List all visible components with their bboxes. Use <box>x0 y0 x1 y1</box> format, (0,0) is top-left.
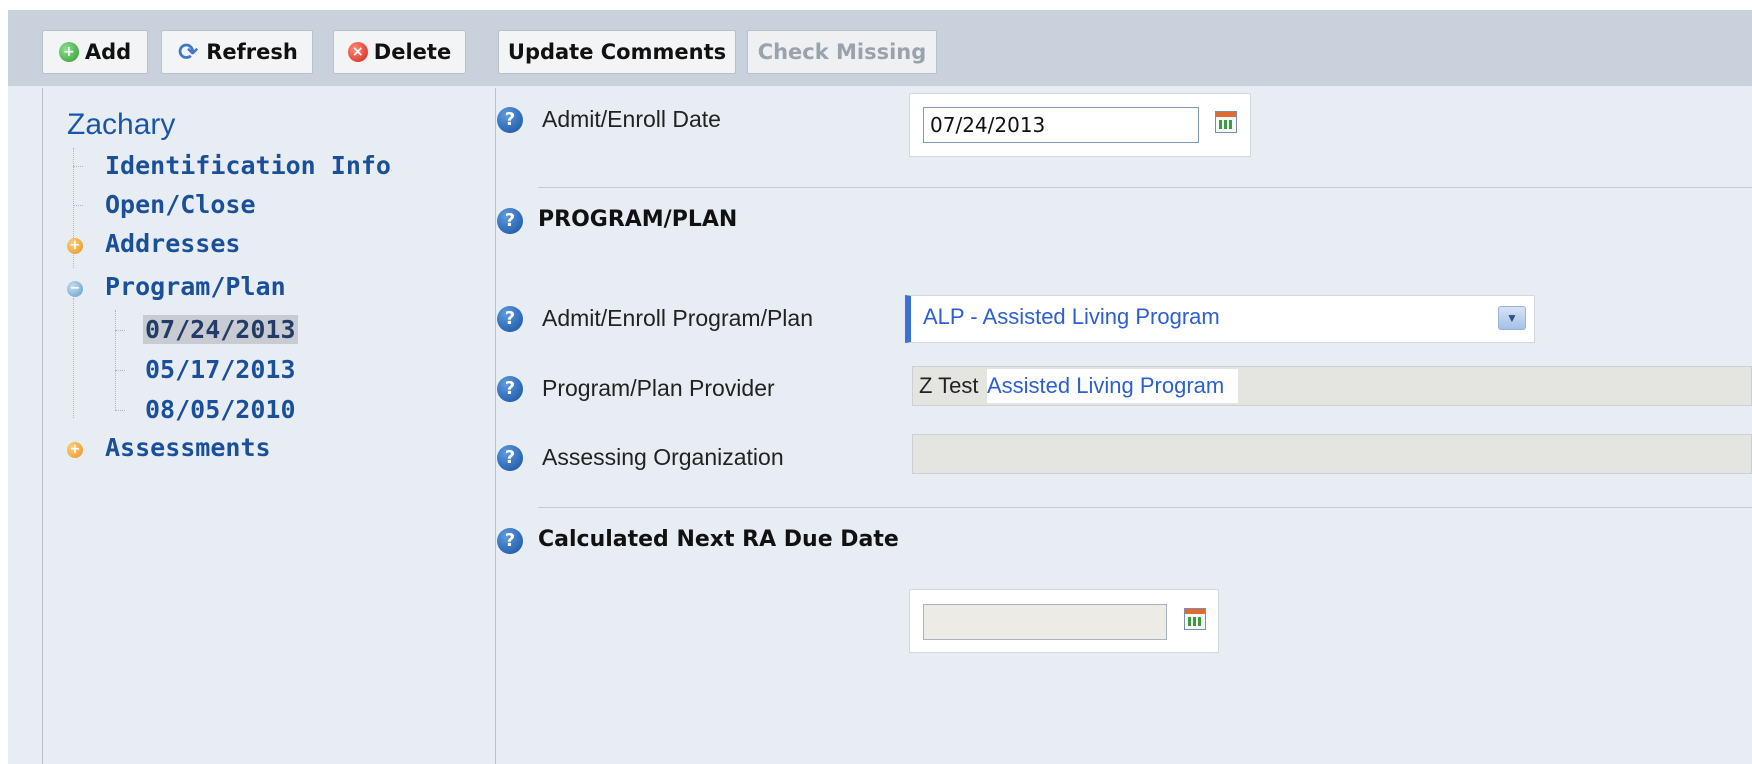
admit-enroll-date-input[interactable] <box>923 107 1199 143</box>
admit-enroll-date-label: Admit/Enroll Date <box>542 106 721 132</box>
tree-connector <box>115 330 125 331</box>
assessing-org-label: Assessing Organization <box>542 444 784 470</box>
delete-button[interactable]: × Delete <box>333 30 466 74</box>
tree-item-date[interactable]: 05/17/2013 <box>145 355 296 384</box>
tree-item-date-selected[interactable]: 07/24/2013 <box>143 315 298 344</box>
provider-label: Program/Plan Provider <box>542 375 775 401</box>
tree-connector <box>115 410 125 411</box>
chevron-down-icon[interactable]: ▼ <box>1498 306 1526 330</box>
check-missing-button[interactable]: Check Missing <box>747 30 937 74</box>
tree-connector <box>115 310 116 410</box>
provider-prefix: Z Test <box>919 373 979 398</box>
add-icon: + <box>58 42 79 62</box>
expand-icon[interactable]: + <box>67 238 83 254</box>
assessing-org-field[interactable] <box>912 434 1752 474</box>
tree-item-assessments[interactable]: Assessments <box>105 433 271 462</box>
calendar-icon[interactable] <box>1184 608 1206 630</box>
help-icon[interactable]: ? <box>497 107 523 133</box>
refresh-button-label: Refresh <box>206 40 298 64</box>
update-comments-label: Update Comments <box>507 40 727 64</box>
add-button[interactable]: + Add <box>42 30 148 74</box>
delete-button-label: Delete <box>373 40 452 64</box>
check-missing-label: Check Missing <box>757 40 927 64</box>
delete-icon: × <box>347 42 368 62</box>
help-icon[interactable]: ? <box>497 528 523 554</box>
admit-enroll-program-value: ALP - Assisted Living Program <box>923 304 1220 329</box>
next-ra-section-title: Calculated Next RA Due Date <box>538 527 899 552</box>
provider-link[interactable]: Assisted Living Program <box>987 369 1239 403</box>
section-divider <box>538 507 1752 508</box>
tree-connector <box>73 205 83 206</box>
app-frame: + Add ⟳ Refresh × Delete Update Comments… <box>8 10 1752 764</box>
expand-icon[interactable]: + <box>67 442 83 458</box>
add-button-label: Add <box>84 40 132 64</box>
refresh-icon: ⟳ <box>178 38 199 66</box>
admit-enroll-program-select[interactable]: ALP - Assisted Living Program ▼ <box>905 295 1535 343</box>
tree-root-client-name[interactable]: Zachary <box>67 108 175 142</box>
tree-connector <box>73 298 74 418</box>
section-divider <box>538 187 1752 188</box>
help-icon[interactable]: ? <box>497 208 523 234</box>
calendar-icon[interactable] <box>1215 111 1237 133</box>
provider-field[interactable]: Z Test Assisted Living Program <box>912 366 1752 406</box>
collapse-icon[interactable]: − <box>67 281 83 297</box>
update-comments-button[interactable]: Update Comments <box>498 30 736 74</box>
help-icon[interactable]: ? <box>497 376 523 402</box>
help-icon[interactable]: ? <box>497 445 523 471</box>
tree-item-program-plan[interactable]: Program/Plan <box>105 272 286 301</box>
tree-connector <box>73 166 83 167</box>
toolbar: + Add ⟳ Refresh × Delete Update Comments… <box>8 10 1752 86</box>
tree-item-addresses[interactable]: Addresses <box>105 229 240 258</box>
tree-connector <box>115 370 125 371</box>
help-icon[interactable]: ? <box>497 306 523 332</box>
next-ra-date-input[interactable] <box>923 604 1167 640</box>
program-plan-section-title: PROGRAM/PLAN <box>538 207 738 232</box>
tree-item-identification-info[interactable]: Identification Info <box>105 151 391 180</box>
tree-item-date[interactable]: 08/05/2010 <box>145 395 296 424</box>
navigation-tree-panel: Zachary Identification Info Open/Close +… <box>42 88 496 764</box>
refresh-button[interactable]: ⟳ Refresh <box>161 30 313 74</box>
admit-enroll-program-label: Admit/Enroll Program/Plan <box>542 305 813 331</box>
tree-item-open-close[interactable]: Open/Close <box>105 190 256 219</box>
